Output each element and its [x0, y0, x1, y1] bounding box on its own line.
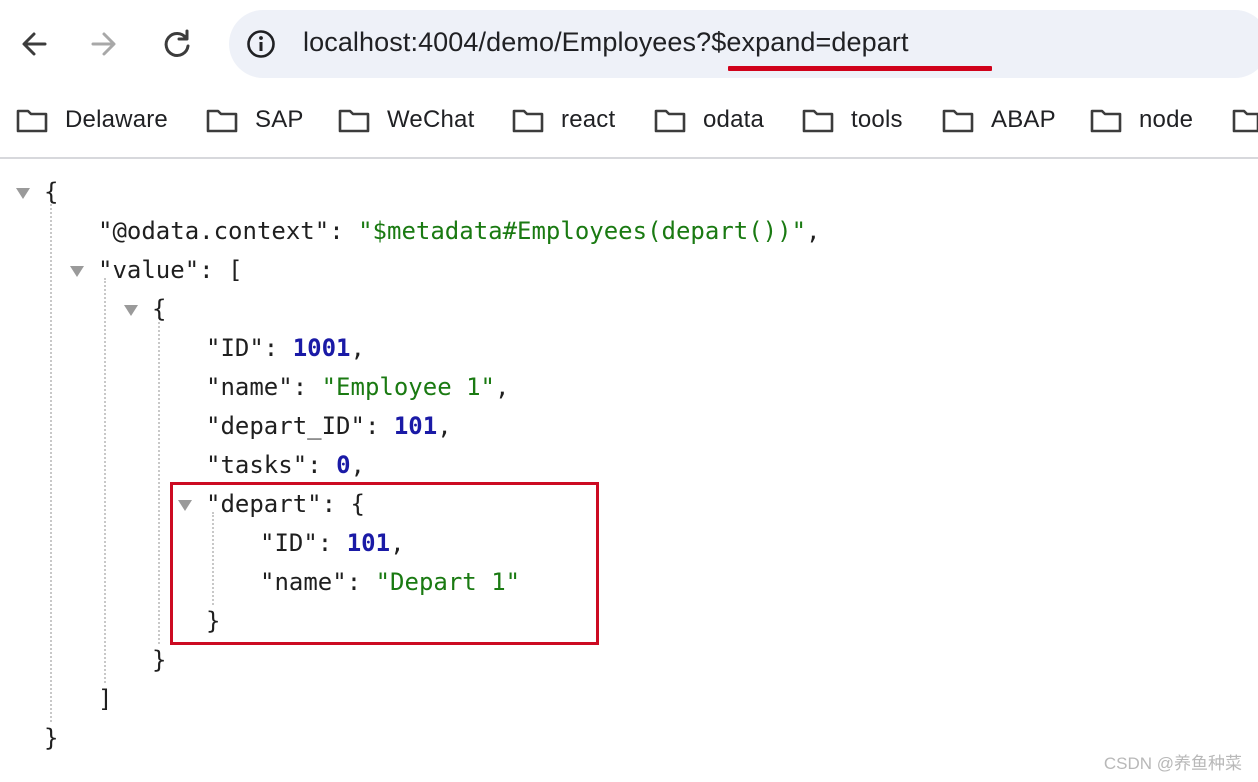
json-number-value: 101 — [393, 412, 438, 440]
json-line-item-open: { — [152, 294, 166, 324]
brace-open: { — [44, 178, 59, 206]
json-key: "depart_ID" — [206, 412, 365, 440]
folder-icon — [1090, 109, 1122, 133]
reload-button[interactable] — [159, 26, 195, 62]
indent-guide-item — [158, 317, 160, 644]
json-viewer: { "@odata.context": "$metadata#Employees… — [0, 160, 1258, 782]
brace-close: } — [152, 646, 167, 674]
json-line-id: "ID": 1001, — [206, 334, 365, 362]
json-string-value: "$metadata#Employees(depart())" — [358, 217, 807, 245]
json-line-context: "@odata.context": "$metadata#Employees(d… — [98, 217, 821, 245]
collapse-toggle-item[interactable] — [124, 305, 138, 316]
info-icon[interactable] — [246, 29, 276, 59]
json-string-value: "Employee 1" — [321, 373, 495, 401]
indent-guide-root — [50, 200, 52, 722]
indent-guide-array — [104, 278, 106, 683]
json-line-name: "name": "Employee 1", — [206, 373, 510, 401]
folder-icon — [16, 109, 48, 133]
json-key: "name" — [206, 373, 293, 401]
bookmarks-bar: Delaware SAP WeChat react odata tools AB… — [0, 92, 1258, 150]
collapse-toggle-value[interactable] — [70, 266, 84, 277]
bookmark-label: SAP — [255, 106, 304, 133]
browser-toolbar: localhost:4004/demo/Employees?$expand=de… — [0, 0, 1258, 90]
json-key: "value" — [98, 256, 200, 284]
bookmark-label: odata — [703, 106, 765, 133]
json-line-item-close: } — [152, 645, 166, 675]
json-key: "@odata.context" — [98, 217, 330, 245]
folder-icon — [802, 109, 834, 133]
bookmark-label: tools — [851, 106, 903, 133]
watermark: CSDN @养鱼种菜 — [1103, 754, 1242, 773]
url-text[interactable]: localhost:4004/demo/Employees?$expand=de… — [303, 27, 909, 58]
bookmark-sap[interactable]: SAP — [206, 102, 304, 138]
arrow-right-icon — [91, 32, 116, 56]
json-line-root-open: { — [44, 177, 58, 207]
json-line-depart-id: "depart_ID": 101, — [206, 412, 452, 440]
folder-icon — [512, 109, 544, 133]
bookmark-label: Delaware — [65, 106, 168, 133]
bracket-close: ] — [98, 685, 113, 713]
brace-open: { — [152, 295, 167, 323]
json-number-value: 0 — [336, 451, 351, 479]
bookmark-odata[interactable]: odata — [654, 102, 764, 138]
json-number-value: 1001 — [292, 334, 351, 362]
folder-icon — [206, 109, 238, 133]
collapse-toggle-root[interactable] — [16, 188, 30, 199]
json-line-tasks: "tasks": 0, — [206, 451, 365, 479]
folder-icon — [654, 109, 686, 133]
bookmark-label: node — [1139, 106, 1194, 133]
reload-icon — [164, 29, 190, 57]
brace-close: } — [44, 724, 59, 752]
bookmark-abap[interactable]: ABAP — [942, 102, 1056, 138]
bookmark-react[interactable]: react — [512, 102, 615, 138]
forward-button[interactable] — [86, 26, 122, 62]
bookmark-delaware[interactable]: Delaware — [16, 102, 168, 138]
arrow-left-icon — [22, 32, 47, 56]
folder-icon — [1232, 109, 1258, 133]
folder-icon — [338, 109, 370, 133]
bookmark-label: WeChat — [387, 106, 475, 133]
url-annotation-underline — [728, 66, 992, 71]
bracket-open: [ — [228, 256, 243, 284]
depart-annotation-box — [170, 482, 599, 645]
json-line-value: "value": [ — [98, 256, 243, 284]
json-key: "tasks" — [206, 451, 308, 479]
toolbar-divider — [0, 157, 1258, 159]
bookmark-tools[interactable]: tools — [802, 102, 903, 138]
bookmark-node[interactable]: node — [1090, 102, 1193, 138]
json-key: "ID" — [206, 334, 264, 362]
folder-icon — [942, 109, 974, 133]
bookmark-wechat[interactable]: WeChat — [338, 102, 474, 138]
json-line-root-close: } — [44, 723, 58, 753]
bookmark-label: react — [561, 106, 616, 133]
bookmark-overflow-folder[interactable] — [1232, 102, 1258, 138]
bookmark-label: ABAP — [991, 106, 1056, 133]
back-button[interactable] — [16, 26, 52, 62]
json-line-array-close: ] — [98, 684, 112, 714]
